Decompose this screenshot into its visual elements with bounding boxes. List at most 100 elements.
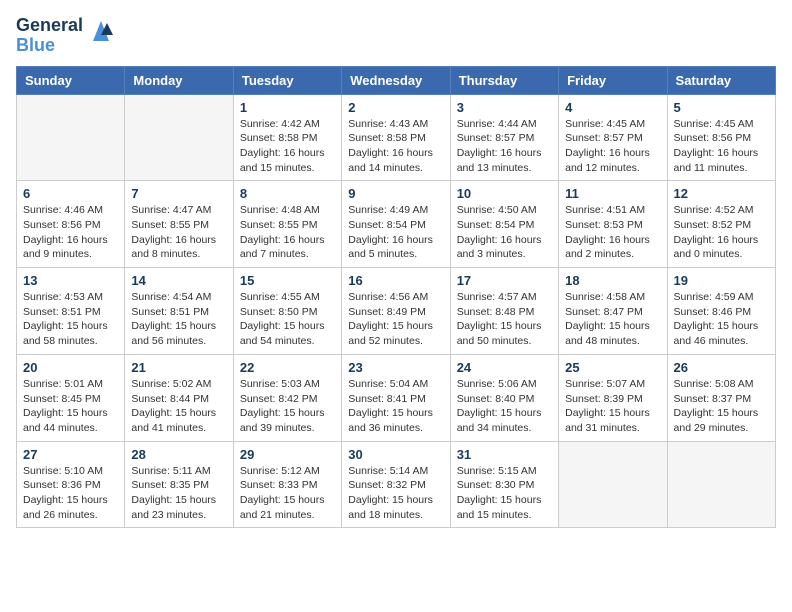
day-number: 25	[565, 360, 660, 375]
day-info: Sunrise: 5:06 AM Sunset: 8:40 PM Dayligh…	[457, 377, 552, 436]
col-tuesday: Tuesday	[233, 66, 341, 94]
day-number: 15	[240, 273, 335, 288]
logo-icon	[85, 13, 117, 45]
day-info: Sunrise: 4:42 AM Sunset: 8:58 PM Dayligh…	[240, 117, 335, 176]
day-number: 24	[457, 360, 552, 375]
day-info: Sunrise: 4:56 AM Sunset: 8:49 PM Dayligh…	[348, 290, 443, 349]
day-number: 9	[348, 186, 443, 201]
day-cell	[17, 94, 125, 181]
day-cell: 3 Sunrise: 4:44 AM Sunset: 8:57 PM Daylig…	[450, 94, 558, 181]
day-info: Sunrise: 5:11 AM Sunset: 8:35 PM Dayligh…	[131, 464, 226, 523]
day-info: Sunrise: 5:03 AM Sunset: 8:42 PM Dayligh…	[240, 377, 335, 436]
col-sunday: Sunday	[17, 66, 125, 94]
day-info: Sunrise: 5:14 AM Sunset: 8:32 PM Dayligh…	[348, 464, 443, 523]
day-cell: 23 Sunrise: 5:04 AM Sunset: 8:41 PM Dayli…	[342, 354, 450, 441]
col-wednesday: Wednesday	[342, 66, 450, 94]
day-cell: 13Sunrise: 4:53 AM Sunset: 8:51 PM Dayli…	[17, 268, 125, 355]
day-info: Sunrise: 4:57 AM Sunset: 8:48 PM Dayligh…	[457, 290, 552, 349]
day-number: 20	[23, 360, 118, 375]
day-cell: 28 Sunrise: 5:11 AM Sunset: 8:35 PM Dayli…	[125, 441, 233, 528]
day-number: 3	[457, 100, 552, 115]
week-row-2: 6 Sunrise: 4:46 AM Sunset: 8:56 PM Daylig…	[17, 181, 776, 268]
day-info: Sunrise: 4:50 AM Sunset: 8:54 PM Dayligh…	[457, 203, 552, 262]
day-number: 4	[565, 100, 660, 115]
day-number: 18	[565, 273, 660, 288]
day-number: 19	[674, 273, 769, 288]
day-cell: 9 Sunrise: 4:49 AM Sunset: 8:54 PM Daylig…	[342, 181, 450, 268]
day-cell: 15Sunrise: 4:55 AM Sunset: 8:50 PM Dayli…	[233, 268, 341, 355]
day-info: Sunrise: 5:08 AM Sunset: 8:37 PM Dayligh…	[674, 377, 769, 436]
week-row-1: 1 Sunrise: 4:42 AM Sunset: 8:58 PM Daylig…	[17, 94, 776, 181]
page-header: General Blue	[16, 16, 776, 56]
day-info: Sunrise: 4:52 AM Sunset: 8:52 PM Dayligh…	[674, 203, 769, 262]
day-number: 12	[674, 186, 769, 201]
day-cell: 29Sunrise: 5:12 AM Sunset: 8:33 PM Dayli…	[233, 441, 341, 528]
day-number: 28	[131, 447, 226, 462]
day-cell	[125, 94, 233, 181]
day-cell	[667, 441, 775, 528]
col-saturday: Saturday	[667, 66, 775, 94]
day-cell: 25 Sunrise: 5:07 AM Sunset: 8:39 PM Dayli…	[559, 354, 667, 441]
calendar-table: Sunday Monday Tuesday Wednesday Thursday…	[16, 66, 776, 529]
day-cell: 12 Sunrise: 4:52 AM Sunset: 8:52 PM Dayli…	[667, 181, 775, 268]
day-info: Sunrise: 4:54 AM Sunset: 8:51 PM Dayligh…	[131, 290, 226, 349]
week-row-3: 13Sunrise: 4:53 AM Sunset: 8:51 PM Dayli…	[17, 268, 776, 355]
day-cell: 20 Sunrise: 5:01 AM Sunset: 8:45 PM Dayli…	[17, 354, 125, 441]
day-number: 5	[674, 100, 769, 115]
day-info: Sunrise: 4:45 AM Sunset: 8:56 PM Dayligh…	[674, 117, 769, 176]
day-number: 27	[23, 447, 118, 462]
day-info: Sunrise: 5:15 AM Sunset: 8:30 PM Dayligh…	[457, 464, 552, 523]
day-number: 14	[131, 273, 226, 288]
day-number: 31	[457, 447, 552, 462]
day-cell: 26Sunrise: 5:08 AM Sunset: 8:37 PM Dayli…	[667, 354, 775, 441]
week-row-5: 27 Sunrise: 5:10 AM Sunset: 8:36 PM Dayli…	[17, 441, 776, 528]
day-number: 23	[348, 360, 443, 375]
day-info: Sunrise: 4:45 AM Sunset: 8:57 PM Dayligh…	[565, 117, 660, 176]
day-number: 7	[131, 186, 226, 201]
day-info: Sunrise: 5:07 AM Sunset: 8:39 PM Dayligh…	[565, 377, 660, 436]
col-thursday: Thursday	[450, 66, 558, 94]
day-number: 30	[348, 447, 443, 462]
day-cell: 6 Sunrise: 4:46 AM Sunset: 8:56 PM Daylig…	[17, 181, 125, 268]
day-info: Sunrise: 5:01 AM Sunset: 8:45 PM Dayligh…	[23, 377, 118, 436]
day-info: Sunrise: 4:47 AM Sunset: 8:55 PM Dayligh…	[131, 203, 226, 262]
day-number: 21	[131, 360, 226, 375]
col-monday: Monday	[125, 66, 233, 94]
day-info: Sunrise: 4:43 AM Sunset: 8:58 PM Dayligh…	[348, 117, 443, 176]
day-number: 8	[240, 186, 335, 201]
day-number: 6	[23, 186, 118, 201]
logo-blue: Blue	[16, 36, 83, 56]
day-cell: 17 Sunrise: 4:57 AM Sunset: 8:48 PM Dayli…	[450, 268, 558, 355]
day-cell: 8Sunrise: 4:48 AM Sunset: 8:55 PM Daylig…	[233, 181, 341, 268]
day-cell: 14 Sunrise: 4:54 AM Sunset: 8:51 PM Dayli…	[125, 268, 233, 355]
day-info: Sunrise: 5:12 AM Sunset: 8:33 PM Dayligh…	[240, 464, 335, 523]
day-cell: 1 Sunrise: 4:42 AM Sunset: 8:58 PM Daylig…	[233, 94, 341, 181]
day-number: 10	[457, 186, 552, 201]
day-cell: 22 Sunrise: 5:03 AM Sunset: 8:42 PM Dayli…	[233, 354, 341, 441]
day-number: 1	[240, 100, 335, 115]
day-cell: 2Sunrise: 4:43 AM Sunset: 8:58 PM Daylig…	[342, 94, 450, 181]
logo-general: General	[16, 16, 83, 36]
day-number: 11	[565, 186, 660, 201]
day-info: Sunrise: 4:44 AM Sunset: 8:57 PM Dayligh…	[457, 117, 552, 176]
day-info: Sunrise: 4:53 AM Sunset: 8:51 PM Dayligh…	[23, 290, 118, 349]
day-cell: 19 Sunrise: 4:59 AM Sunset: 8:46 PM Dayli…	[667, 268, 775, 355]
day-cell: 10 Sunrise: 4:50 AM Sunset: 8:54 PM Dayli…	[450, 181, 558, 268]
day-info: Sunrise: 5:02 AM Sunset: 8:44 PM Dayligh…	[131, 377, 226, 436]
day-cell: 11Sunrise: 4:51 AM Sunset: 8:53 PM Dayli…	[559, 181, 667, 268]
day-info: Sunrise: 4:59 AM Sunset: 8:46 PM Dayligh…	[674, 290, 769, 349]
day-info: Sunrise: 4:49 AM Sunset: 8:54 PM Dayligh…	[348, 203, 443, 262]
day-cell: 21 Sunrise: 5:02 AM Sunset: 8:44 PM Dayli…	[125, 354, 233, 441]
day-number: 22	[240, 360, 335, 375]
logo: General Blue	[16, 16, 117, 56]
day-info: Sunrise: 4:58 AM Sunset: 8:47 PM Dayligh…	[565, 290, 660, 349]
day-cell: 27 Sunrise: 5:10 AM Sunset: 8:36 PM Dayli…	[17, 441, 125, 528]
day-info: Sunrise: 4:46 AM Sunset: 8:56 PM Dayligh…	[23, 203, 118, 262]
day-info: Sunrise: 5:04 AM Sunset: 8:41 PM Dayligh…	[348, 377, 443, 436]
day-number: 16	[348, 273, 443, 288]
day-cell: 30 Sunrise: 5:14 AM Sunset: 8:32 PM Dayli…	[342, 441, 450, 528]
day-cell: 18 Sunrise: 4:58 AM Sunset: 8:47 PM Dayli…	[559, 268, 667, 355]
day-info: Sunrise: 5:10 AM Sunset: 8:36 PM Dayligh…	[23, 464, 118, 523]
day-number: 17	[457, 273, 552, 288]
day-cell: 5 Sunrise: 4:45 AM Sunset: 8:56 PM Daylig…	[667, 94, 775, 181]
